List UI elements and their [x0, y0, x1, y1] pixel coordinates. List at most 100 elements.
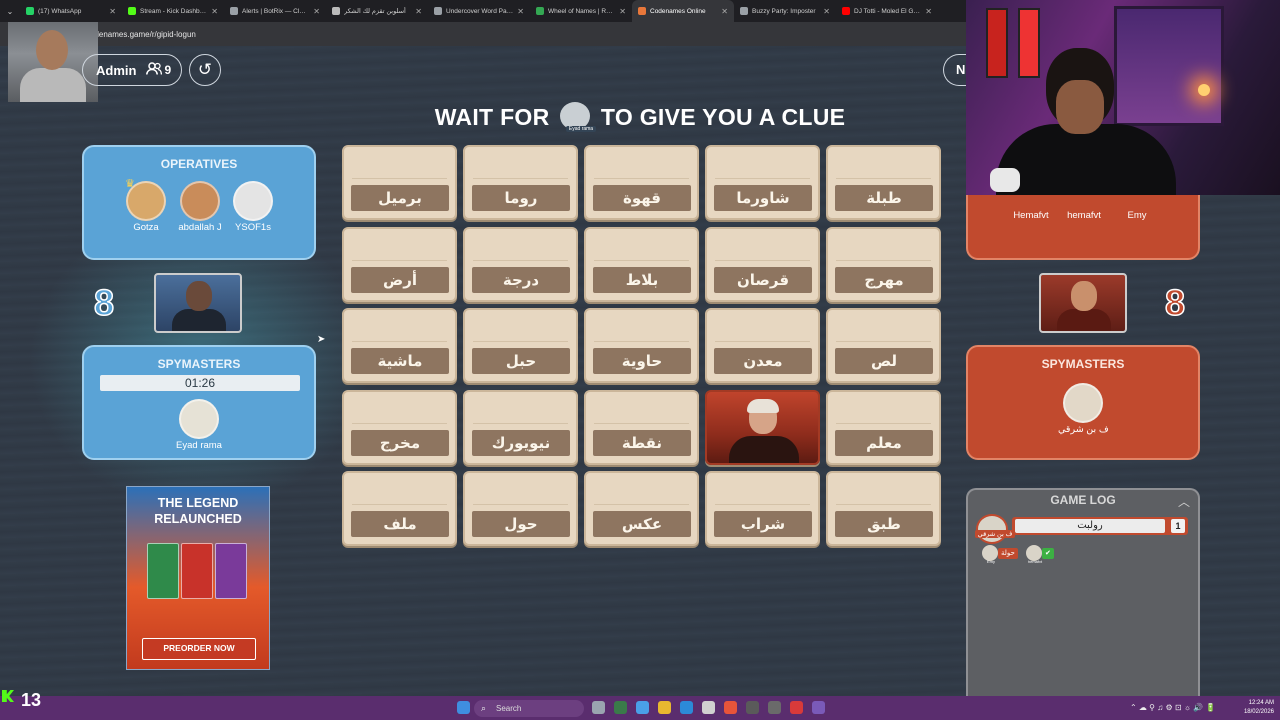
browser-tab[interactable]: Alerts | BotRix — Cloud ✕: [224, 0, 326, 22]
blue-operative-1[interactable]: ♛ Gotza: [121, 178, 171, 233]
operative-name: Gotza: [133, 222, 159, 233]
app-icon[interactable]: [614, 701, 627, 714]
close-icon[interactable]: ✕: [823, 7, 830, 16]
game-box-image: [181, 543, 213, 599]
edge-icon[interactable]: [680, 701, 693, 714]
card-word: طبق: [835, 511, 933, 537]
tab-title: Undercover Word Party: [446, 7, 514, 15]
close-icon[interactable]: ✕: [313, 7, 320, 16]
word-card[interactable]: مخرج: [342, 389, 457, 465]
word-card[interactable]: ماشية: [342, 308, 457, 383]
word-card[interactable]: معلم: [826, 389, 941, 465]
word-card[interactable]: حاوية: [584, 308, 699, 383]
red-operative-1[interactable]: Hemafvt: [1006, 209, 1056, 221]
tab-list-icon[interactable]: ⌄: [0, 7, 20, 16]
card-word: مخرج: [351, 429, 449, 456]
taskbar-search[interactable]: Search: [474, 700, 584, 717]
url-text[interactable]: codenames.game/r/gipid-logun: [86, 30, 196, 39]
system-tray-icons[interactable]: ⌃ ☁ ⚲ ♫ ⚙ ⊡ ☼ 🔊 🔋: [1130, 703, 1215, 712]
clock-time: 12:24 AM: [1248, 700, 1274, 706]
app-icon[interactable]: [790, 701, 803, 714]
preorder-button[interactable]: PREORDER NOW: [142, 638, 256, 660]
spymaster-name: ف بن شرقي: [1058, 424, 1108, 435]
browser-tab[interactable]: DJ Totti - Moled El Gezo ✕: [836, 0, 938, 22]
close-icon[interactable]: ✕: [415, 7, 422, 16]
word-card[interactable]: برميل: [342, 145, 457, 220]
app-icon[interactable]: [768, 701, 781, 714]
word-card[interactable]: شراب: [705, 471, 820, 546]
word-card[interactable]: طبلة: [826, 145, 941, 220]
word-card[interactable]: قهوة: [584, 145, 699, 220]
browser-tab[interactable]: Undercover Word Party ✕: [428, 0, 530, 22]
word-card[interactable]: بلاط: [584, 226, 699, 302]
promo-banner[interactable]: THE LEGEND RELAUNCHED PREORDER NOW: [126, 486, 270, 670]
browser-tab[interactable]: Stream - Kick Dashboard ✕: [122, 0, 224, 22]
word-card[interactable]: مهرج: [826, 226, 941, 302]
guess-word: حولة: [998, 548, 1018, 559]
word-card[interactable]: طبق: [826, 471, 941, 546]
browser-tab[interactable]: (17) WhatsApp ✕: [20, 0, 122, 22]
folder-icon[interactable]: [658, 701, 671, 714]
log-clue: رولبت 1: [1012, 517, 1188, 535]
blue-spymaster-1[interactable]: Eyad rama: [174, 399, 224, 451]
blue-operative-3[interactable]: YSOF1s: [228, 181, 278, 233]
reset-button[interactable]: ↺: [189, 54, 221, 86]
favicon-icon: [638, 7, 646, 15]
word-card[interactable]: لص: [826, 308, 941, 383]
guess-name: hemafvt: [1027, 559, 1043, 564]
word-card[interactable]: قرصان: [705, 226, 820, 302]
red-operative-3[interactable]: Emy: [1112, 209, 1162, 221]
game-box-image: [215, 543, 247, 599]
word-card[interactable]: درجة: [463, 226, 578, 302]
app-icon[interactable]: [746, 701, 759, 714]
check-icon: ✔: [1042, 548, 1054, 559]
app-icon[interactable]: [636, 701, 649, 714]
word-card[interactable]: ملف: [342, 471, 457, 546]
card-word: مهرج: [835, 266, 933, 293]
red-spymasters-panel: SPYMASTERS ف بن شرقي: [966, 345, 1200, 460]
word-card[interactable]: معدن: [705, 308, 820, 383]
word-card[interactable]: شاورما: [705, 145, 820, 220]
log-guess: حولة Emy: [982, 545, 1024, 564]
close-icon[interactable]: ✕: [109, 7, 116, 16]
close-icon[interactable]: ✕: [721, 7, 728, 16]
close-icon[interactable]: ✕: [517, 7, 524, 16]
word-card[interactable]: أرض: [342, 226, 457, 302]
start-icon[interactable]: [457, 701, 470, 714]
red-spymaster-1[interactable]: ف بن شرقي: [1058, 383, 1108, 435]
chevron-up-icon[interactable]: ︿: [1178, 493, 1190, 510]
admin-label: Admin: [96, 62, 137, 78]
clue-status-title: WAIT FOR TO GIVE YOU A CLUE: [400, 101, 880, 133]
word-card[interactable]: حول: [463, 471, 578, 546]
close-icon[interactable]: ✕: [925, 7, 932, 16]
card-word: عكس: [593, 511, 691, 537]
search-icon: ⌕: [481, 703, 487, 713]
close-icon[interactable]: ✕: [211, 7, 218, 16]
red-operatives-panel: Hemafvt hemafvt Emy: [966, 195, 1200, 260]
browser-tab[interactable]: Codenames Online ✕: [632, 0, 734, 22]
word-card[interactable]: حبل: [463, 308, 578, 383]
chrome-icon[interactable]: [724, 701, 737, 714]
title-after: TO GIVE YOU A CLUE: [600, 104, 846, 130]
operative-name: abdallah J: [178, 222, 222, 233]
clock-date: 18/02/2026: [1243, 709, 1274, 715]
admin-button[interactable]: Admin 9: [82, 54, 182, 86]
word-card[interactable]: عكس: [584, 471, 699, 546]
red-operative-2[interactable]: hemafvt: [1059, 209, 1109, 221]
word-card[interactable]: نيويورك: [463, 389, 578, 465]
turn-timer: 01:26: [100, 375, 300, 391]
browser-tab[interactable]: Buzzy Party: Imposter ✕: [734, 0, 836, 22]
log-guess: ✔ hemafvt: [1026, 545, 1062, 564]
browser-tab[interactable]: Wheel of Names | Rando ✕: [530, 0, 632, 22]
close-icon[interactable]: ✕: [619, 7, 626, 16]
app-icon[interactable]: [812, 701, 825, 714]
task-view-icon[interactable]: [592, 701, 605, 714]
card-word: قرصان: [714, 266, 812, 293]
card-word: روما: [472, 185, 570, 211]
word-card[interactable]: روما: [463, 145, 578, 220]
blue-operative-2[interactable]: abdallah J: [175, 181, 225, 233]
revealed-red-agent-card[interactable]: [705, 389, 820, 465]
browser-tab[interactable]: أسلوبن تقزم لك الشكر ✕: [326, 0, 428, 22]
app-icon[interactable]: [702, 701, 715, 714]
word-card[interactable]: نقطة: [584, 389, 699, 465]
